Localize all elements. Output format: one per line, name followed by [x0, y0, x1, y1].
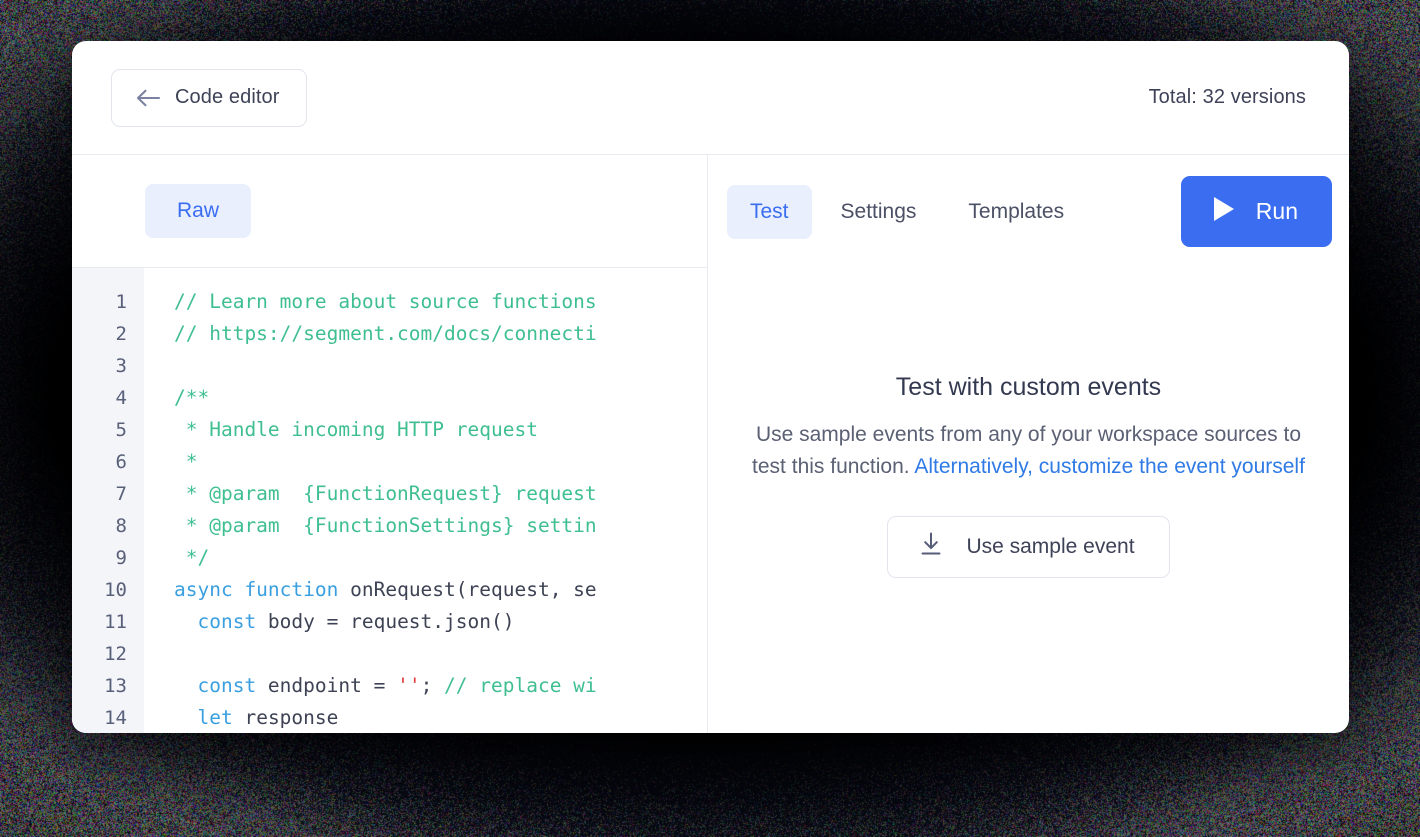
use-sample-event-label: Use sample event: [966, 535, 1134, 559]
code-token: // Learn more about source functions: [174, 290, 597, 313]
code-line: *: [174, 446, 707, 478]
use-sample-event-button[interactable]: Use sample event: [887, 516, 1169, 578]
line-number: 12: [72, 638, 127, 670]
line-number: 11: [72, 606, 127, 638]
code-token: ;: [421, 674, 444, 697]
code-token: onRequest(request, se: [338, 578, 596, 601]
run-button[interactable]: Run: [1181, 176, 1332, 247]
line-number: 14: [72, 702, 127, 733]
test-pane: Test Settings Templates Run Test with cu…: [708, 155, 1349, 733]
test-empty-state: Test with custom events Use sample event…: [708, 268, 1349, 733]
code-token: [174, 674, 197, 697]
code-token: const: [197, 674, 256, 697]
code-token: response: [233, 706, 339, 729]
tab-templates[interactable]: Templates: [945, 185, 1087, 239]
code-token: * Handle incoming HTTP request: [174, 418, 538, 441]
editor-pane: Raw 1234567891011121314 // Learn more ab…: [72, 155, 708, 733]
line-number: 1: [72, 286, 127, 318]
code-line: */: [174, 542, 707, 574]
code-token: */: [174, 546, 209, 569]
code-line: const body = request.json(): [174, 606, 707, 638]
customize-event-link[interactable]: Alternatively, customize the event yours…: [914, 455, 1305, 478]
code-line: const endpoint = ''; // replace wi: [174, 670, 707, 702]
line-number: 8: [72, 510, 127, 542]
play-icon: [1211, 195, 1237, 229]
back-to-code-editor-button[interactable]: Code editor: [111, 69, 307, 127]
line-number: 2: [72, 318, 127, 350]
code-token: * @param {FunctionRequest} request: [174, 482, 597, 505]
code-editor-window: Code editor Total: 32 versions Raw 12345…: [72, 41, 1349, 733]
tab-test[interactable]: Test: [727, 185, 812, 239]
code-line: /**: [174, 382, 707, 414]
editor-tab-bar: Raw: [72, 155, 707, 268]
code-line: async function onRequest(request, se: [174, 574, 707, 606]
window-header: Code editor Total: 32 versions: [72, 41, 1349, 155]
code-token: // replace wi: [444, 674, 597, 697]
code-area[interactable]: 1234567891011121314 // Learn more about …: [72, 268, 707, 733]
code-line: [174, 350, 707, 382]
code-token: let: [197, 706, 232, 729]
test-tab-bar: Test Settings Templates Run: [708, 155, 1349, 268]
line-number: 7: [72, 478, 127, 510]
line-number: 6: [72, 446, 127, 478]
code-token: '': [397, 674, 420, 697]
code-token: /**: [174, 386, 209, 409]
code-token: async function: [174, 578, 338, 601]
line-number: 9: [72, 542, 127, 574]
code-token: * @param {FunctionSettings} settin: [174, 514, 597, 537]
code-line: * @param {FunctionRequest} request: [174, 478, 707, 510]
code-line: * @param {FunctionSettings} settin: [174, 510, 707, 542]
empty-state-description: Use sample events from any of your works…: [749, 419, 1309, 483]
empty-state-title: Test with custom events: [896, 373, 1161, 402]
code-token: body = request.json(): [256, 610, 514, 633]
line-number: 4: [72, 382, 127, 414]
code-token: endpoint =: [256, 674, 397, 697]
total-versions-label: Total: 32 versions: [1149, 86, 1306, 109]
code-token: [174, 610, 197, 633]
line-number: 13: [72, 670, 127, 702]
code-line: let response: [174, 702, 707, 733]
code-line: // https://segment.com/docs/connecti: [174, 318, 707, 350]
line-number: 10: [72, 574, 127, 606]
code-token: [174, 706, 197, 729]
line-number: 5: [72, 414, 127, 446]
run-button-label: Run: [1256, 198, 1298, 225]
code-line: // Learn more about source functions: [174, 286, 707, 318]
code-token: const: [197, 610, 256, 633]
line-number: 3: [72, 350, 127, 382]
code-line: * Handle incoming HTTP request: [174, 414, 707, 446]
window-body: Raw 1234567891011121314 // Learn more ab…: [72, 155, 1349, 733]
arrow-left-icon: [136, 88, 161, 108]
tab-settings[interactable]: Settings: [818, 185, 940, 239]
download-icon: [918, 531, 944, 563]
code-token: *: [174, 450, 197, 473]
code-line: [174, 638, 707, 670]
code-token: // https://segment.com/docs/connecti: [174, 322, 597, 345]
code-content[interactable]: // Learn more about source functions // h…: [144, 268, 707, 733]
back-button-label: Code editor: [175, 86, 280, 109]
tab-raw[interactable]: Raw: [145, 184, 251, 238]
line-number-gutter: 1234567891011121314: [72, 268, 144, 733]
